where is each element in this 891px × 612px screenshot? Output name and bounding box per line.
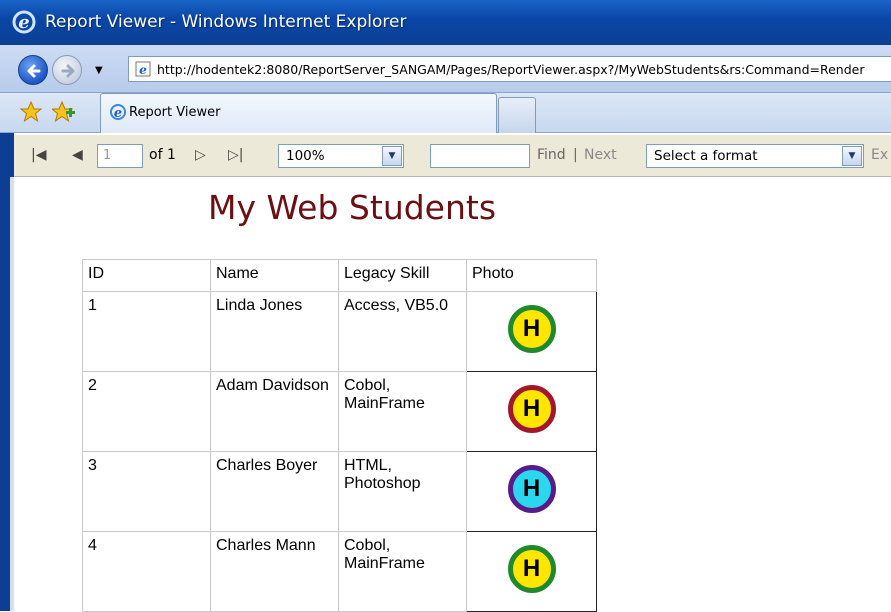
next-page-icon[interactable]: ▷ bbox=[195, 147, 206, 163]
address-row: ▼ e http://hodentek2:8080/ReportServer_S… bbox=[0, 45, 891, 93]
find-link[interactable]: Find bbox=[537, 147, 566, 163]
forward-arrow-icon bbox=[61, 64, 75, 78]
find-next-link[interactable]: Next bbox=[584, 147, 617, 163]
table-row: 1 Linda Jones Access, VB5.0 H bbox=[82, 291, 597, 372]
ie-logo-icon: e bbox=[12, 10, 36, 34]
report-title: My Web Students bbox=[208, 188, 497, 227]
last-page-icon[interactable]: ▷| bbox=[228, 147, 243, 163]
window-title-bar[interactable]: e Report Viewer - Windows Internet Explo… bbox=[0, 0, 891, 45]
cell-skill: Cobol, MainFrame bbox=[338, 531, 467, 612]
table-row: 4 Charles Mann Cobol, MainFrame H bbox=[82, 531, 597, 612]
cell-skill: HTML, Photoshop bbox=[338, 451, 467, 532]
column-header-name: Name bbox=[210, 259, 339, 292]
cell-name: Adam Davidson bbox=[210, 371, 339, 452]
cell-photo: H bbox=[466, 451, 597, 532]
chevron-down-icon[interactable]: ▼ bbox=[842, 146, 862, 166]
cell-id: 4 bbox=[82, 531, 211, 612]
column-header-id: ID bbox=[82, 259, 211, 292]
table-row: 2 Adam Davidson Cobol, MainFrame H bbox=[82, 371, 597, 452]
page-count-label: of 1 bbox=[149, 147, 176, 163]
page-icon: e bbox=[135, 61, 151, 77]
ie-tab-icon: e bbox=[110, 104, 126, 121]
report-body: My Web Students ID Name Legacy Skill Pho… bbox=[14, 177, 891, 612]
column-header-skill: Legacy Skill bbox=[338, 259, 467, 292]
report-toolbar: |◀ ◀ 1 of 1 ▷ ▷| 100% ▼ Find | Next Sele… bbox=[0, 135, 891, 177]
header-row: ID Name Legacy Skill Photo bbox=[82, 259, 597, 292]
svg-text:e: e bbox=[114, 106, 122, 121]
zoom-value: 100% bbox=[286, 148, 325, 164]
forward-button[interactable] bbox=[52, 55, 82, 85]
page-number-input[interactable]: 1 bbox=[97, 144, 143, 168]
find-input[interactable] bbox=[430, 144, 530, 168]
back-button[interactable] bbox=[18, 55, 48, 85]
cell-skill: Cobol, MainFrame bbox=[338, 371, 467, 452]
cell-skill: Access, VB5.0 bbox=[338, 291, 467, 372]
export-link[interactable]: Ex bbox=[871, 147, 888, 163]
add-favorites-icon[interactable] bbox=[52, 101, 76, 123]
new-tab-button[interactable] bbox=[498, 97, 536, 133]
back-arrow-icon bbox=[27, 64, 41, 78]
window-title: Report Viewer - Windows Internet Explore… bbox=[45, 12, 407, 32]
h-badge-icon: H bbox=[507, 305, 556, 353]
tab-report-viewer[interactable]: e Report Viewer bbox=[100, 93, 497, 133]
cell-name: Charles Boyer bbox=[210, 451, 339, 532]
cell-name: Charles Mann bbox=[210, 531, 339, 612]
column-header-photo: Photo bbox=[466, 259, 597, 292]
favorites-star-icon[interactable] bbox=[20, 101, 42, 123]
svg-text:e: e bbox=[139, 63, 147, 77]
cell-photo: H bbox=[466, 291, 597, 372]
cell-id: 2 bbox=[82, 371, 211, 452]
cell-name: Linda Jones bbox=[210, 291, 339, 372]
tab-row: e Report Viewer bbox=[0, 93, 891, 133]
cell-photo: H bbox=[466, 531, 597, 612]
cell-id: 1 bbox=[82, 291, 211, 372]
first-page-icon[interactable]: |◀ bbox=[31, 147, 46, 163]
find-separator: | bbox=[573, 147, 578, 163]
history-dropdown-icon[interactable]: ▼ bbox=[95, 65, 103, 76]
students-table: ID Name Legacy Skill Photo 1 Linda Jones A… bbox=[82, 259, 597, 612]
address-url: http://hodentek2:8080/ReportServer_SANGA… bbox=[157, 62, 865, 77]
previous-page-icon[interactable]: ◀ bbox=[72, 147, 83, 163]
export-format-select[interactable]: Select a format ▼ bbox=[646, 144, 864, 168]
cell-photo: H bbox=[466, 371, 597, 452]
zoom-select[interactable]: 100% ▼ bbox=[278, 144, 404, 168]
svg-text:e: e bbox=[18, 12, 29, 33]
h-badge-icon: H bbox=[507, 465, 556, 513]
cell-id: 3 bbox=[82, 451, 211, 532]
h-badge-icon: H bbox=[507, 385, 556, 433]
address-bar[interactable]: e http://hodentek2:8080/ReportServer_SAN… bbox=[128, 56, 891, 82]
page-number-value: 1 bbox=[103, 148, 112, 163]
table-row: 3 Charles Boyer HTML, Photoshop H bbox=[82, 451, 597, 532]
h-badge-icon: H bbox=[507, 545, 556, 593]
format-placeholder: Select a format bbox=[654, 148, 758, 164]
tab-label: Report Viewer bbox=[129, 105, 221, 120]
chevron-down-icon[interactable]: ▼ bbox=[382, 146, 402, 166]
